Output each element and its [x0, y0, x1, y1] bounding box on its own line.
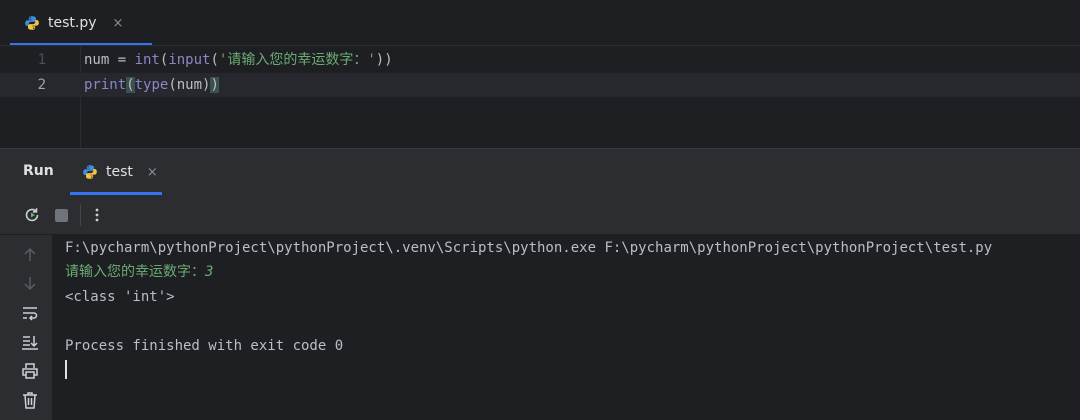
- console-command-line: F:\pycharm\pythonProject\pythonProject\.…: [65, 240, 993, 256]
- close-icon[interactable]: ×: [147, 165, 158, 180]
- code-token: )): [375, 52, 393, 68]
- run-tab-test[interactable]: test ×: [70, 149, 162, 195]
- code-text: print(type(num)): [84, 73, 219, 97]
- code-token: type: [134, 77, 169, 93]
- run-tool-window-header: Run test ×: [0, 149, 1080, 195]
- stop-icon[interactable]: [51, 205, 71, 225]
- run-console[interactable]: F:\pycharm\pythonProject\pythonProject\.…: [52, 235, 1080, 420]
- rerun-icon[interactable]: [22, 205, 42, 225]
- editor-tab-test-py[interactable]: test.py ×: [10, 0, 152, 46]
- console-caret: [65, 360, 67, 379]
- prompt-text: 请输入您的幸运数字：: [65, 264, 205, 280]
- code-token: (: [210, 52, 219, 68]
- code-token: num =: [84, 52, 135, 68]
- more-options-icon[interactable]: [87, 205, 107, 225]
- clear-all-icon[interactable]: [20, 390, 40, 410]
- editor-tab-label: test.py: [48, 15, 97, 31]
- code-token: '请输入您的幸运数字：': [218, 52, 376, 68]
- close-icon[interactable]: ×: [113, 16, 124, 31]
- code-token: input: [168, 52, 211, 68]
- code-token: ): [210, 77, 219, 93]
- user-input-value: 3: [205, 264, 214, 280]
- python-file-icon: [25, 16, 39, 30]
- console-side-toolbar: [0, 235, 52, 420]
- code-editor[interactable]: 1 num = int(input('请输入您的幸运数字：')) 2 print(ty…: [0, 46, 1080, 148]
- soft-wrap-icon[interactable]: [20, 303, 40, 323]
- code-line[interactable]: 1 num = int(input('请输入您的幸运数字：')): [0, 48, 1080, 72]
- run-title: Run: [23, 163, 54, 179]
- code-token: int: [134, 52, 160, 68]
- run-toolbar: [0, 195, 1080, 235]
- scroll-to-end-icon[interactable]: [20, 332, 40, 352]
- print-icon[interactable]: [20, 361, 40, 381]
- code-token: (num): [168, 77, 211, 93]
- toolbar-separator: [80, 204, 81, 226]
- run-tab-label: test: [106, 164, 133, 180]
- code-line[interactable]: 2 print(type(num)): [0, 73, 1080, 97]
- scroll-down-icon[interactable]: [20, 273, 40, 293]
- scroll-up-icon[interactable]: [20, 245, 40, 265]
- console-output-line: <class 'int'>: [65, 289, 175, 305]
- line-number: 1: [37, 52, 46, 68]
- editor-tab-bar: test.py ×: [0, 0, 1080, 46]
- code-token: print: [84, 77, 127, 93]
- code-token: (: [126, 77, 135, 93]
- line-number: 2: [37, 77, 46, 93]
- console-input-prompt: 请输入您的幸运数字：3: [65, 260, 213, 284]
- code-text: num = int(input('请输入您的幸运数字：')): [84, 48, 393, 72]
- console-exit-line: Process finished with exit code 0: [65, 338, 344, 354]
- python-run-icon: [83, 165, 97, 179]
